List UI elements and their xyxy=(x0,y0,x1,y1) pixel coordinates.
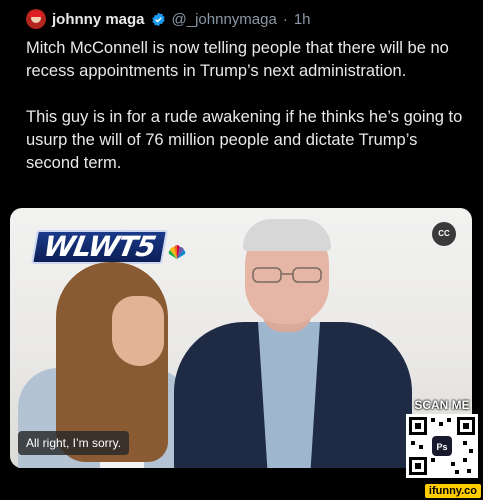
tweet-paragraph: This guy is in for a rude awakening if h… xyxy=(26,108,463,172)
video-caption: All right, I’m sorry. xyxy=(18,431,130,455)
scan-me-badge[interactable]: SCAN ME Ps xyxy=(404,398,482,478)
footer-bar xyxy=(0,488,483,500)
woman-face xyxy=(112,296,164,366)
man-hair xyxy=(243,219,331,251)
closed-captions-button[interactable]: CC xyxy=(432,222,456,246)
qr-code-icon[interactable]: Ps xyxy=(406,414,478,478)
peacock-icon xyxy=(168,245,186,259)
handle[interactable]: @_johnnymaga xyxy=(172,11,277,28)
separator: · xyxy=(282,10,288,28)
svg-text:Ps: Ps xyxy=(436,442,447,452)
station-logo: WLWT5 xyxy=(31,230,186,264)
scan-me-label: SCAN ME xyxy=(414,398,470,412)
glasses-icon xyxy=(252,267,322,283)
tweet-header: johnny maga @_johnnymaga · 1h xyxy=(26,8,311,30)
avatar[interactable] xyxy=(26,9,46,29)
timestamp[interactable]: 1h xyxy=(294,11,311,28)
man-shirt xyxy=(258,322,320,468)
verified-badge-icon xyxy=(151,12,165,26)
ifunny-watermark: ifunny.co xyxy=(424,484,481,498)
tweet-paragraph: Mitch McConnell is now telling people th… xyxy=(26,39,449,80)
station-logo-text: WLWT5 xyxy=(31,230,168,264)
tweet-text: Mitch McConnell is now telling people th… xyxy=(26,37,466,175)
display-name[interactable]: johnny maga xyxy=(52,11,145,28)
